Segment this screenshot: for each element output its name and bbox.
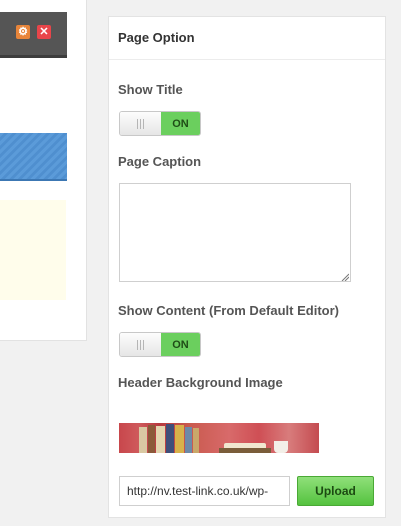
- image-url-input[interactable]: [119, 476, 290, 506]
- gear-icon[interactable]: ⚙: [16, 25, 30, 39]
- show-title-label: Show Title: [118, 82, 183, 97]
- page-caption-label: Page Caption: [118, 154, 202, 169]
- close-icon[interactable]: ✕: [37, 25, 51, 39]
- page-caption-textarea[interactable]: [119, 183, 351, 282]
- upload-button[interactable]: Upload: [297, 476, 374, 506]
- editor-area: ⚙ ✕: [0, 0, 87, 341]
- toggle-on-label: ON: [161, 333, 200, 356]
- content-block: [0, 200, 66, 300]
- block-toolbar: ⚙ ✕: [0, 12, 67, 58]
- toggle-on-label: ON: [161, 112, 200, 135]
- show-content-toggle[interactable]: ON: [119, 332, 201, 357]
- header-background-label: Header Background Image: [118, 375, 283, 390]
- resize-handle-icon[interactable]: [341, 273, 349, 281]
- panel-title: Page Option: [109, 17, 385, 60]
- page-option-panel: Page Option Show Title ON Page Caption S…: [108, 16, 386, 518]
- toggle-handle: [120, 112, 161, 135]
- show-title-toggle[interactable]: ON: [119, 111, 201, 136]
- blue-block: [0, 133, 67, 181]
- show-content-label: Show Content (From Default Editor): [118, 303, 339, 318]
- header-background-image: [119, 423, 319, 453]
- toggle-handle: [120, 333, 161, 356]
